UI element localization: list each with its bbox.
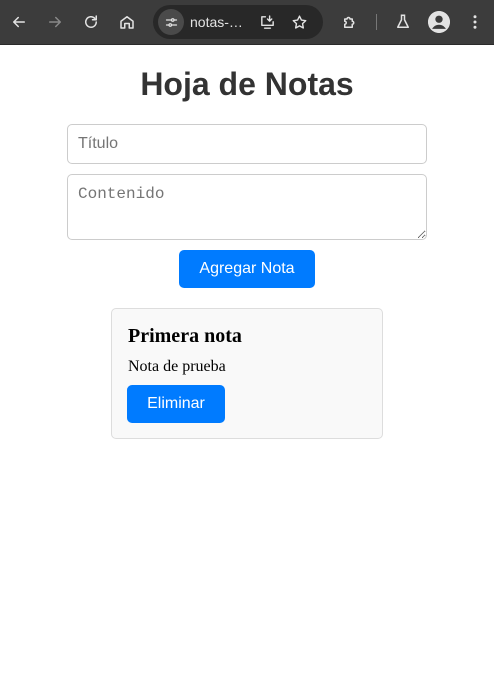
labs-button[interactable]: [390, 9, 416, 35]
url-text[interactable]: notas-…: [190, 14, 252, 30]
reload-button[interactable]: [78, 9, 104, 35]
bookmark-button[interactable]: [289, 12, 309, 32]
arrow-left-icon: [10, 13, 28, 31]
install-app-button[interactable]: [257, 12, 277, 32]
site-info-button[interactable]: [158, 9, 184, 35]
menu-button[interactable]: [462, 9, 488, 35]
star-icon: [291, 14, 308, 31]
tune-icon: [164, 15, 179, 30]
puzzle-icon: [341, 13, 359, 31]
page-title: Hoja de Notas: [140, 66, 354, 102]
browser-toolbar: notas-…: [0, 0, 494, 45]
title-input[interactable]: [67, 124, 427, 164]
profile-icon: [428, 11, 450, 33]
content-textarea[interactable]: [67, 174, 427, 240]
reload-icon: [82, 13, 100, 31]
add-note-button[interactable]: Agregar Nota: [179, 250, 315, 288]
flask-icon: [394, 13, 412, 31]
back-button[interactable]: [6, 9, 32, 35]
kebab-menu-icon: [466, 13, 484, 31]
extensions-button[interactable]: [337, 9, 363, 35]
note-card: Primera nota Nota de prueba Eliminar: [111, 308, 383, 439]
home-icon: [118, 13, 136, 31]
toolbar-divider: [376, 14, 377, 30]
arrow-right-icon: [46, 13, 64, 31]
address-bar[interactable]: notas-…: [153, 5, 323, 39]
home-button[interactable]: [114, 9, 140, 35]
profile-button[interactable]: [428, 11, 450, 33]
delete-note-button[interactable]: Eliminar: [127, 385, 225, 423]
note-content: Nota de prueba: [128, 358, 226, 375]
install-app-icon: [259, 14, 276, 31]
note-title: Primera nota: [128, 325, 242, 347]
forward-button[interactable]: [42, 9, 68, 35]
